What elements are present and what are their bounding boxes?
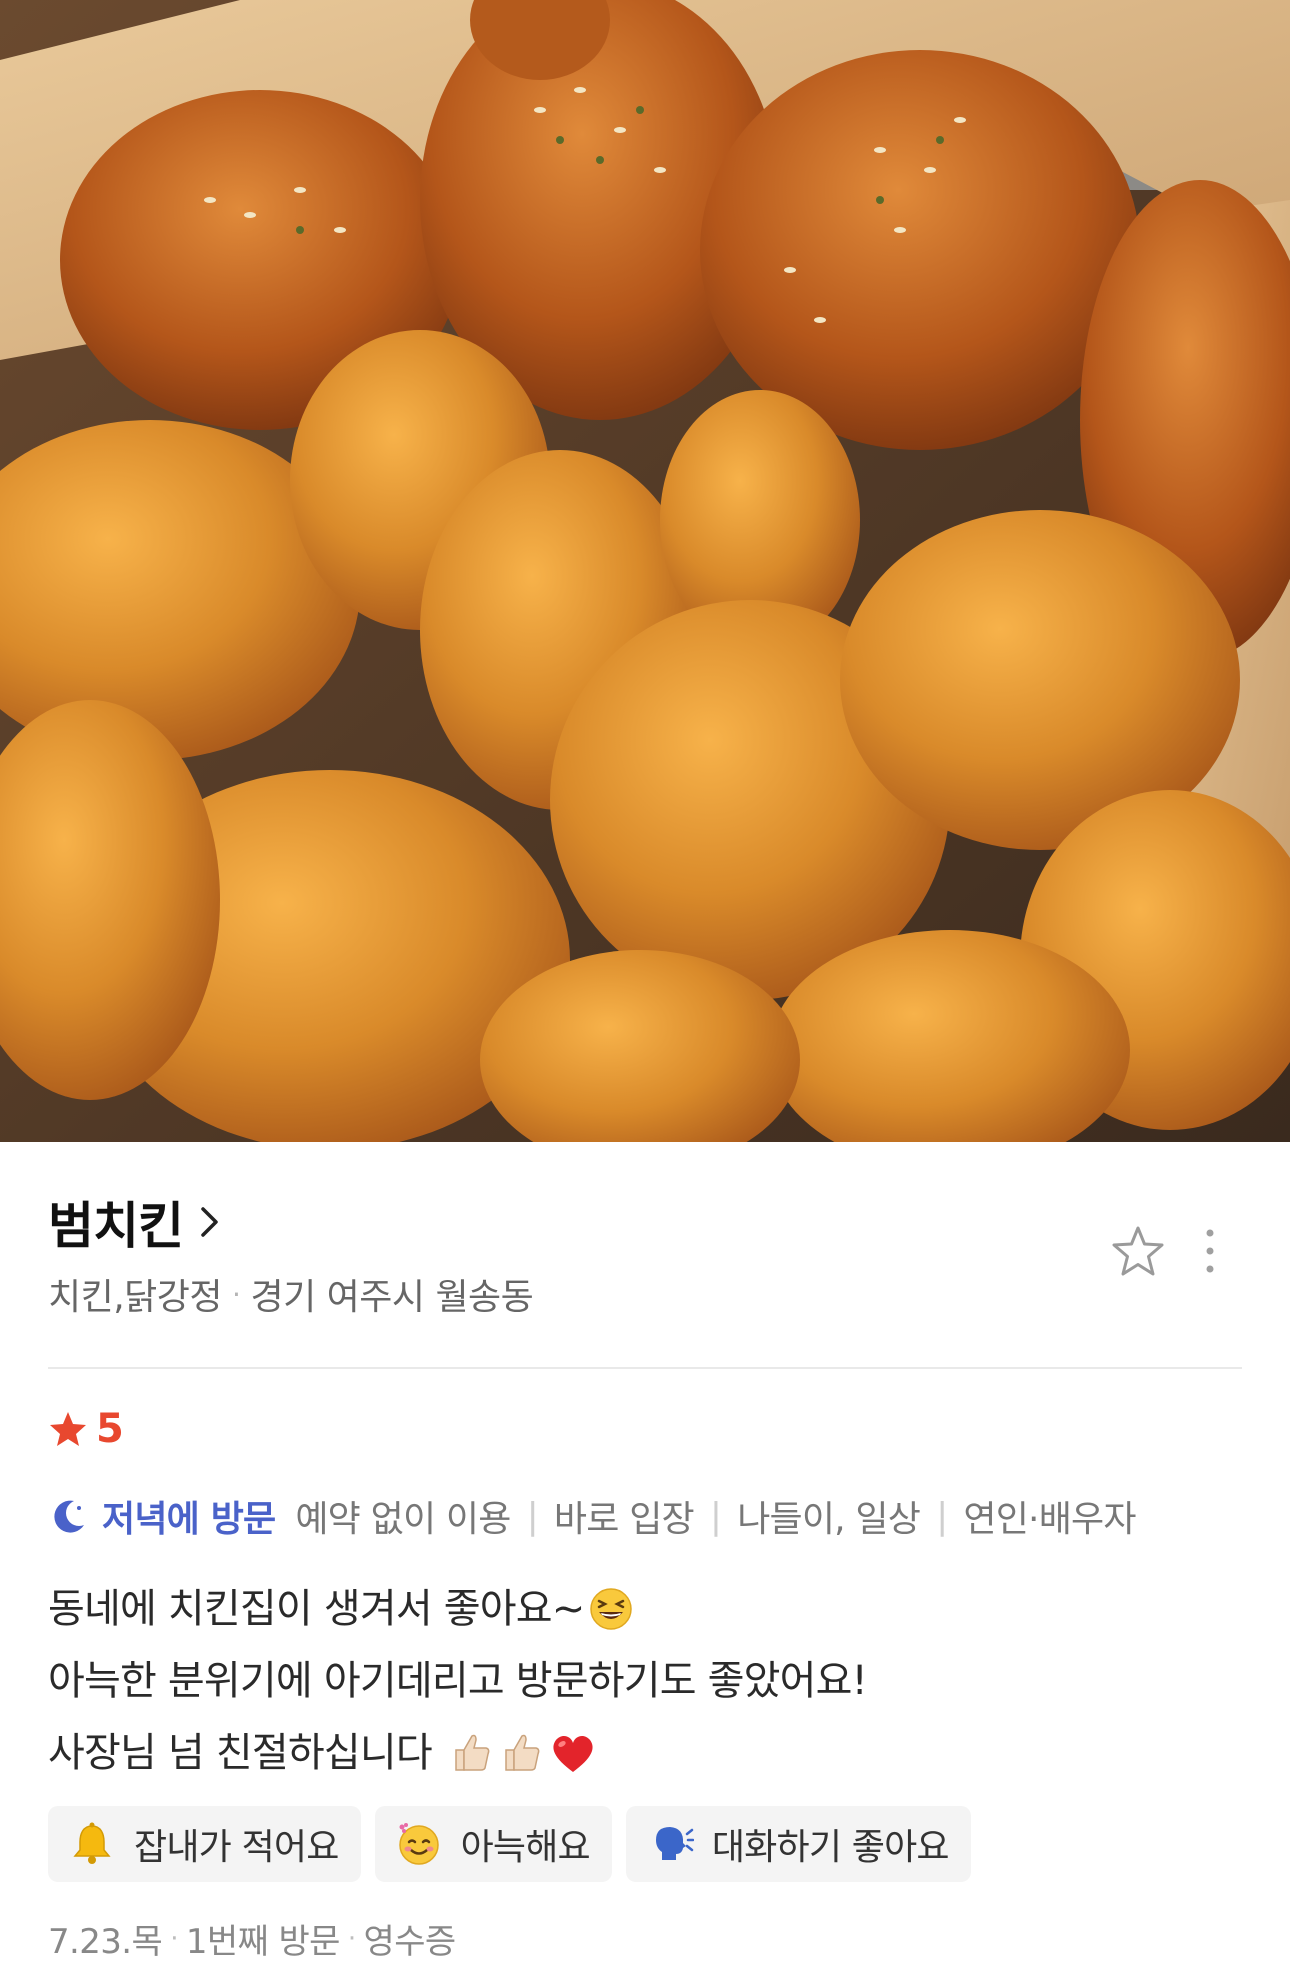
keyword-chip[interactable]: 잡내가 적어요 — [48, 1806, 361, 1882]
speaking-head-icon — [655, 1827, 694, 1860]
thumbs-up-icon — [505, 1734, 540, 1771]
keyword-chip[interactable]: 아늑해요 — [374, 1806, 612, 1882]
review-line: 동네에 치킨집이 생겨서 좋아요~ — [48, 1573, 1242, 1645]
review-line: 사장님 넘 친절하십니다 — [48, 1717, 1242, 1789]
review-rating: 5 — [48, 1406, 124, 1452]
review-line-text: 동네에 치킨집이 생겨서 좋아요~ — [48, 1586, 585, 1632]
place-category: 치킨,닭강정 — [48, 1277, 223, 1318]
red-heart-icon — [553, 1736, 593, 1772]
laughing-face-icon — [590, 1588, 633, 1630]
thumbs-up-icon — [455, 1734, 490, 1771]
visit-tag: 나들이, 일상 — [737, 1499, 921, 1540]
moon-icon — [54, 1500, 84, 1533]
visit-tag: 예약 없이 이용 — [295, 1499, 511, 1540]
separator: | — [936, 1495, 948, 1537]
visit-date: 7.23.목 — [48, 1922, 163, 1962]
review-body[interactable]: 동네에 치킨집이 생겨서 좋아요~ 아늑한 분위기에 아기데리고 방문하기도 좋… — [48, 1573, 1242, 1789]
review-line: 아늑한 분위기에 아기데리고 방문하기도 좋았어요! — [48, 1645, 1242, 1717]
smiling-face-icon — [398, 1823, 439, 1865]
star-filled-icon — [50, 1412, 86, 1446]
visit-info: 저녁에 방문 예약 없이 이용 | 바로 입장 | 나들이, 일상 | 연인·배… — [48, 1490, 1136, 1542]
review-footer: 7.23.목 · 1번째 방문 · 영수증 — [48, 1914, 456, 1963]
separator-dot: · — [170, 1923, 178, 1954]
visit-tag: 연인·배우자 — [963, 1499, 1136, 1540]
separator-dot: · — [232, 1277, 241, 1311]
keyword-label: 아늑해요 — [460, 1827, 591, 1868]
rating-value: 5 — [96, 1406, 124, 1452]
separator-dot: · — [347, 1923, 356, 1954]
section-divider — [48, 1367, 1242, 1369]
visit-time: 저녁에 방문 — [102, 1499, 276, 1540]
separator: | — [526, 1495, 539, 1537]
verification-type: 영수증 — [363, 1922, 457, 1962]
place-location: 경기 여주시 월송동 — [250, 1277, 534, 1318]
chevron-right-icon[interactable] — [199, 1205, 221, 1239]
keyword-chips: 잡내가 적어요 아늑해요 대화하기 좋아요 — [48, 1806, 971, 1882]
fried-chicken-image — [0, 0, 1290, 1142]
separator: | — [709, 1495, 722, 1537]
visit-count: 1번째 방문 — [185, 1922, 341, 1962]
header-actions — [1110, 1224, 1242, 1278]
keyword-chip[interactable]: 대화하기 좋아요 — [625, 1806, 971, 1882]
place-meta: 치킨,닭강정 · 경기 여주시 월송동 — [48, 1268, 1242, 1320]
place-name[interactable]: 범치킨 — [48, 1186, 184, 1258]
review-line-text: 사장님 넘 친절하십니다 — [48, 1730, 433, 1776]
visit-tag: 바로 입장 — [553, 1499, 695, 1540]
review-line-text: 아늑한 분위기에 아기데리고 방문하기도 좋았어요! — [48, 1658, 868, 1704]
keyword-label: 잡내가 적어요 — [134, 1827, 339, 1868]
place-name-link[interactable]: 범치킨 — [48, 1190, 1242, 1255]
more-vertical-icon[interactable] — [1204, 1227, 1216, 1275]
place-header: 범치킨 치킨,닭강정 · 경기 여주시 월송동 — [48, 1190, 1242, 1320]
keyword-label: 대화하기 좋아요 — [711, 1827, 950, 1868]
hero-photo[interactable] — [0, 0, 1290, 1142]
star-outline-icon[interactable] — [1110, 1224, 1166, 1278]
bell-icon — [73, 1822, 111, 1864]
